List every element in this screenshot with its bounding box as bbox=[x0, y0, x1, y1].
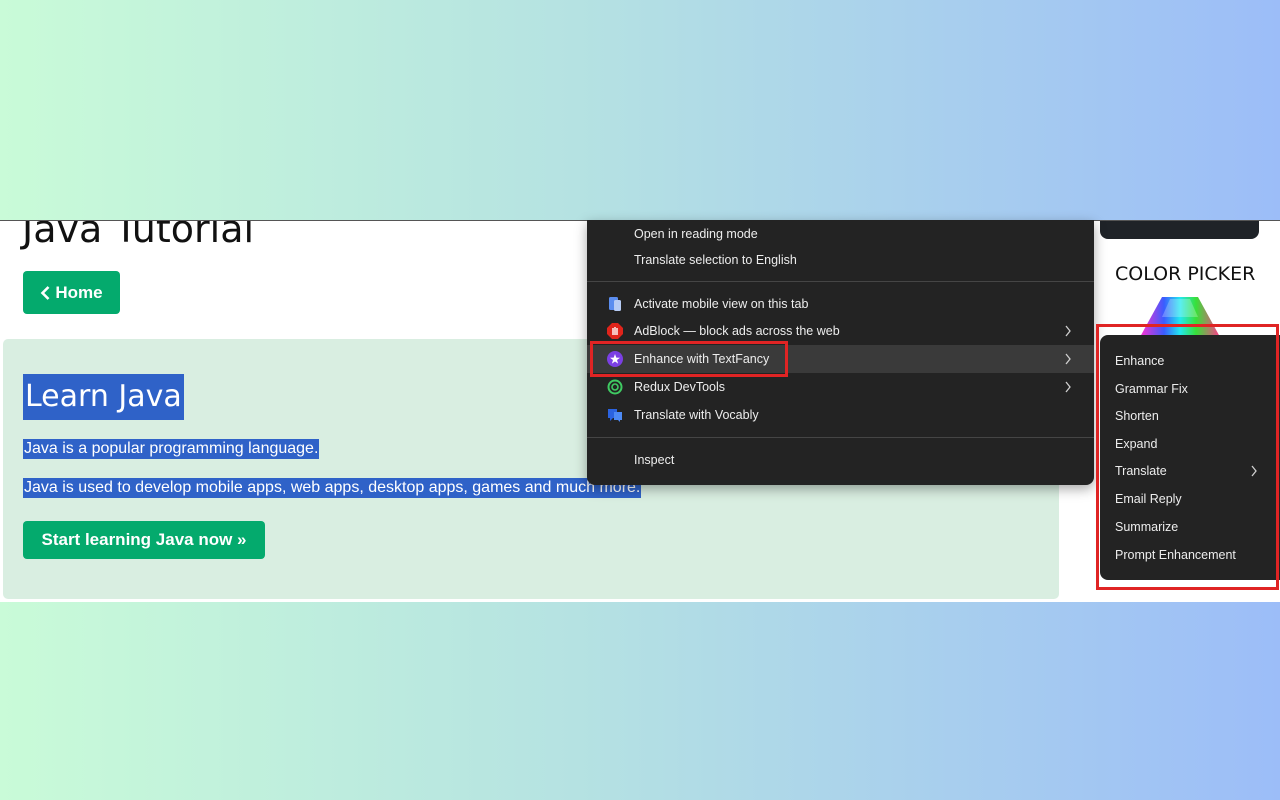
menu-item-label: Inspect bbox=[634, 453, 675, 467]
redux-devtools-icon bbox=[607, 379, 623, 395]
chevron-right-icon bbox=[1065, 353, 1071, 365]
highlight-box bbox=[1096, 324, 1279, 590]
menu-item-label: Activate mobile view on this tab bbox=[634, 297, 809, 311]
menu-item-open-reading-mode[interactable]: Open in reading mode bbox=[587, 220, 1094, 248]
sidebar-dark-panel bbox=[1100, 221, 1259, 239]
chevron-left-icon bbox=[41, 285, 50, 300]
home-button-label: Home bbox=[55, 282, 103, 302]
highlight-box bbox=[590, 341, 788, 377]
menu-item-redux-devtools[interactable]: Redux DevTools bbox=[587, 373, 1094, 401]
chevron-right-icon bbox=[1065, 325, 1071, 337]
hero-title: Learn Java bbox=[23, 374, 184, 420]
menu-divider bbox=[587, 437, 1094, 438]
menu-item-label: Open in reading mode bbox=[634, 227, 758, 241]
menu-item-translate-vocably[interactable]: Translate with Vocably bbox=[587, 401, 1094, 429]
adblock-hand-icon bbox=[607, 323, 623, 339]
hero-paragraph: Java is a popular programming language. bbox=[23, 439, 320, 459]
menu-item-label: Translate selection to English bbox=[634, 253, 797, 267]
hero-paragraph: Java is used to develop mobile apps, web… bbox=[23, 478, 642, 498]
page-title: Java Tutorial bbox=[22, 220, 255, 251]
menu-item-label: Redux DevTools bbox=[634, 380, 726, 394]
menu-item-label: Translate with Vocably bbox=[634, 408, 759, 422]
color-picker-title: COLOR PICKER bbox=[1115, 263, 1256, 285]
mobile-view-icon bbox=[607, 296, 623, 312]
chevron-right-icon bbox=[1065, 381, 1071, 393]
menu-divider bbox=[587, 281, 1094, 282]
menu-item-translate-selection[interactable]: Translate selection to English bbox=[587, 246, 1094, 274]
menu-item-label: AdBlock — block ads across the web bbox=[634, 324, 840, 338]
menu-item-mobile-view[interactable]: Activate mobile view on this tab bbox=[587, 290, 1094, 318]
menu-item-inspect[interactable]: Inspect bbox=[587, 446, 1094, 474]
home-button[interactable]: Home bbox=[23, 271, 120, 314]
start-learning-button[interactable]: Start learning Java now » bbox=[23, 521, 265, 559]
vocably-icon bbox=[607, 407, 623, 423]
